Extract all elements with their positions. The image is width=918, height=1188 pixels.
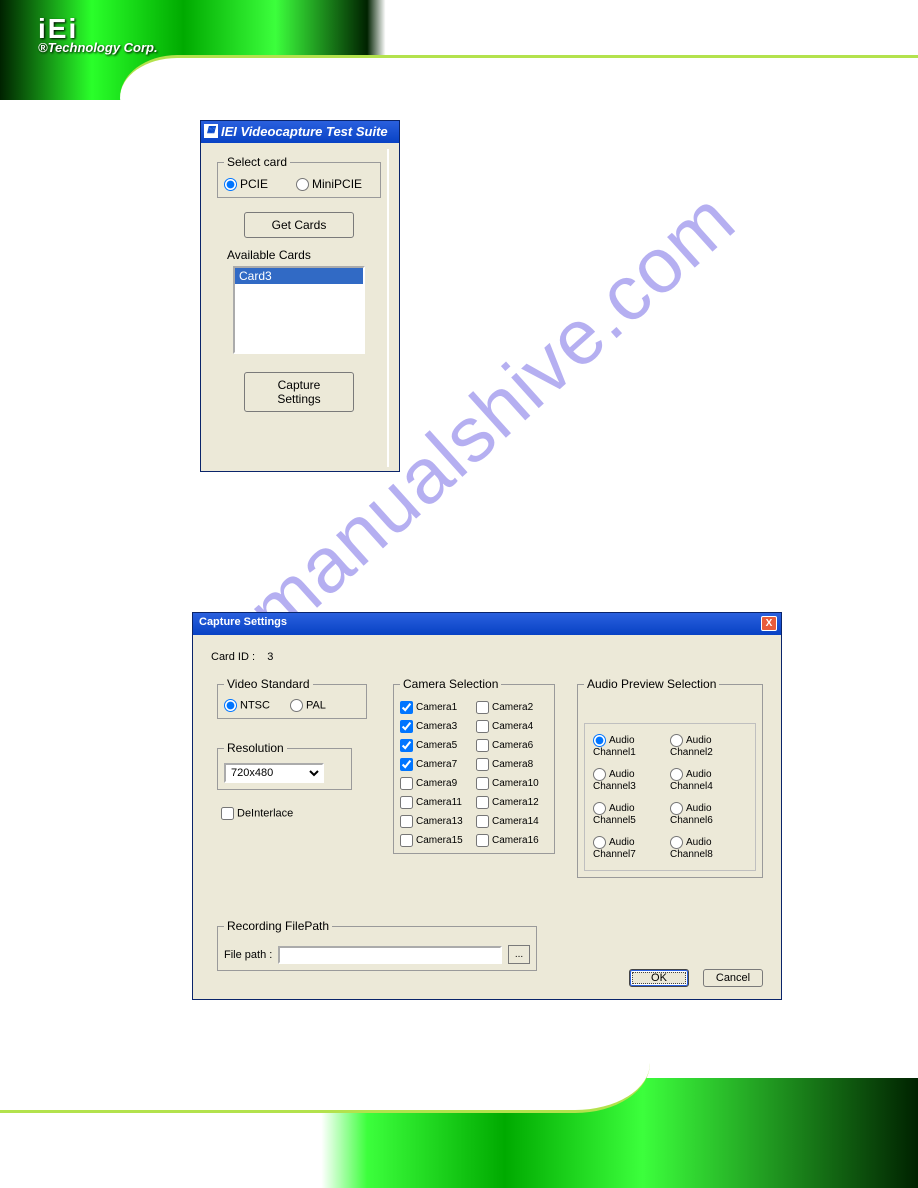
camera-9-checkbox[interactable]: Camera9 [400,777,472,790]
filepath-input[interactable] [278,946,502,964]
audio-channel-grid: Audio Channel1Audio Channel2Audio Channe… [584,723,756,871]
select-card-group: Select card PCIE MiniPCIE [217,155,381,198]
test-suite-window: ▦ IEI Videocapture Test Suite Select car… [200,120,400,472]
audio-channel-7-radio[interactable]: Audio Channel7 [593,836,670,860]
audio-channel-6-radio[interactable]: Audio Channel6 [670,802,747,826]
ok-button[interactable]: OK [629,969,689,987]
available-cards-listbox[interactable]: Card3 [233,266,365,354]
capture-settings-titlebar[interactable]: Capture Settings X [193,613,781,635]
resolution-legend: Resolution [224,741,287,755]
footer-swoosh [0,1063,650,1113]
camera-selection-group: Camera Selection Camera1Camera2Camera3Ca… [393,677,555,854]
camera-8-checkbox[interactable]: Camera8 [476,758,548,771]
camera-3-checkbox[interactable]: Camera3 [400,720,472,733]
video-standard-group: Video Standard NTSC PAL [217,677,367,719]
app-icon: ▦ [204,124,218,138]
card-id-value: 3 [267,651,273,663]
dialog-buttons: OK Cancel [629,969,763,987]
audio-preview-legend: Audio Preview Selection [584,677,719,691]
camera-11-checkbox[interactable]: Camera11 [400,796,472,809]
capture-settings-window: Capture Settings X Card ID : 3 Video Sta… [192,612,782,1000]
radio-pal[interactable]: PAL [290,699,326,712]
camera-1-checkbox[interactable]: Camera1 [400,701,472,714]
camera-7-checkbox[interactable]: Camera7 [400,758,472,771]
brand-logo: iEi ®Technology Corp. [38,18,158,55]
camera-10-checkbox[interactable]: Camera10 [476,777,548,790]
radio-pcie[interactable]: PCIE [224,177,268,191]
test-suite-body: Select card PCIE MiniPCIE Get Cards Avai… [211,149,389,467]
camera-12-checkbox[interactable]: Camera12 [476,796,548,809]
available-cards-label: Available Cards [227,248,381,262]
camera-grid: Camera1 Camera2 Camera3 Camera4 Camera5 Camer… [400,699,548,847]
audio-channel-1-radio[interactable]: Audio Channel1 [593,734,670,758]
audio-channel-8-radio[interactable]: Audio Channel8 [670,836,747,860]
test-suite-titlebar[interactable]: ▦ IEI Videocapture Test Suite [201,121,399,143]
camera-16-checkbox[interactable]: Camera16 [476,834,548,847]
capture-settings-title: Capture Settings [199,616,287,628]
logo-subtitle: ®Technology Corp. [38,40,158,55]
resolution-group: Resolution 720x480 [217,741,352,790]
test-suite-title: IEI Videocapture Test Suite [221,124,388,139]
header-swoosh [120,55,918,105]
camera-2-checkbox[interactable]: Camera2 [476,701,548,714]
browse-button[interactable]: ... [508,945,530,964]
cancel-button[interactable]: Cancel [703,969,763,987]
audio-channel-5-radio[interactable]: Audio Channel5 [593,802,670,826]
logo-text: iEi [38,18,158,40]
card-id-row: Card ID : 3 [211,651,763,663]
select-card-legend: Select card [224,155,290,169]
camera-5-checkbox[interactable]: Camera5 [400,739,472,752]
filepath-label: File path : [224,949,272,961]
capture-settings-button[interactable]: Capture Settings [244,372,354,412]
resolution-select[interactable]: 720x480 [224,763,324,783]
recording-filepath-legend: Recording FilePath [224,919,332,933]
camera-15-checkbox[interactable]: Camera15 [400,834,472,847]
audio-preview-group: Audio Preview Selection Audio Channel1Au… [577,677,763,878]
list-item[interactable]: Card3 [235,268,363,284]
camera-4-checkbox[interactable]: Camera4 [476,720,548,733]
close-icon[interactable]: X [761,616,777,631]
radio-minipcie[interactable]: MiniPCIE [296,177,362,191]
video-standard-legend: Video Standard [224,677,313,691]
get-cards-button[interactable]: Get Cards [244,212,354,238]
camera-13-checkbox[interactable]: Camera13 [400,815,472,828]
camera-14-checkbox[interactable]: Camera14 [476,815,548,828]
audio-channel-4-radio[interactable]: Audio Channel4 [670,768,747,792]
card-id-label: Card ID : [211,651,255,663]
deinterlace-checkbox[interactable]: DeInterlace [221,807,293,820]
radio-ntsc[interactable]: NTSC [224,699,270,712]
camera-6-checkbox[interactable]: Camera6 [476,739,548,752]
recording-filepath-group: Recording FilePath File path : ... [217,919,537,971]
camera-selection-legend: Camera Selection [400,677,501,691]
audio-channel-2-radio[interactable]: Audio Channel2 [670,734,747,758]
audio-channel-3-radio[interactable]: Audio Channel3 [593,768,670,792]
